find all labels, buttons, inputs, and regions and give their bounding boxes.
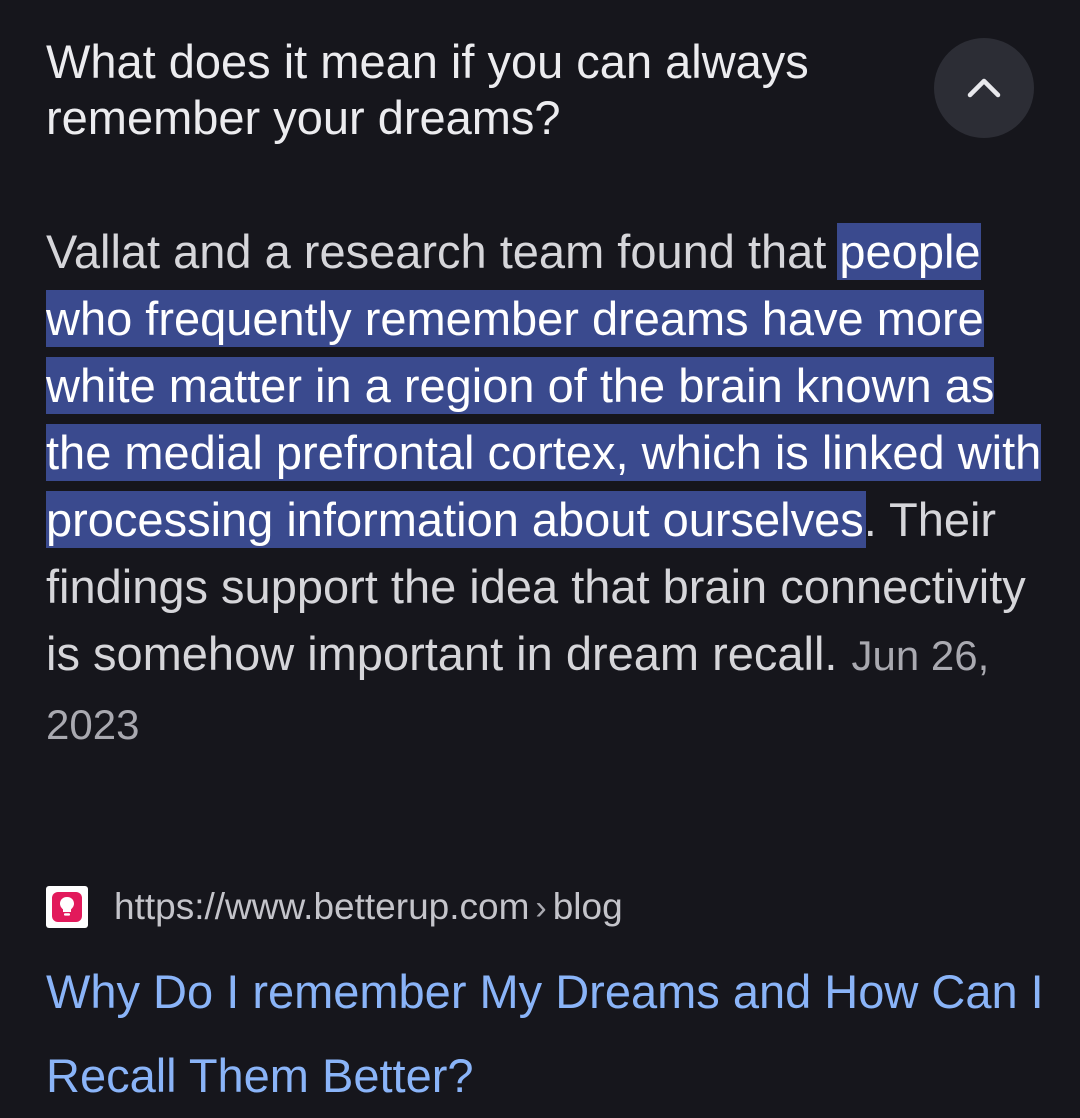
site-favicon [46,886,88,928]
snippet-text-before: Vallat and a research team found that [46,225,840,278]
result-title-link[interactable]: Why Do I remember My Dreams and How Can … [46,950,1046,1118]
answer-snippet: Vallat and a research team found that pe… [46,218,1046,758]
url-separator: › [535,889,547,927]
faq-question[interactable]: What does it mean if you can always reme… [46,34,916,146]
result-source[interactable]: https://www.betterup.com › blog [46,882,623,932]
chevron-up-icon [967,78,1001,98]
result-url[interactable]: https://www.betterup.com › blog [114,886,623,928]
betterup-lightbulb-icon [52,892,82,922]
collapse-button[interactable] [934,38,1034,138]
url-domain: https://www.betterup.com [114,886,530,927]
url-path: blog [552,886,623,927]
